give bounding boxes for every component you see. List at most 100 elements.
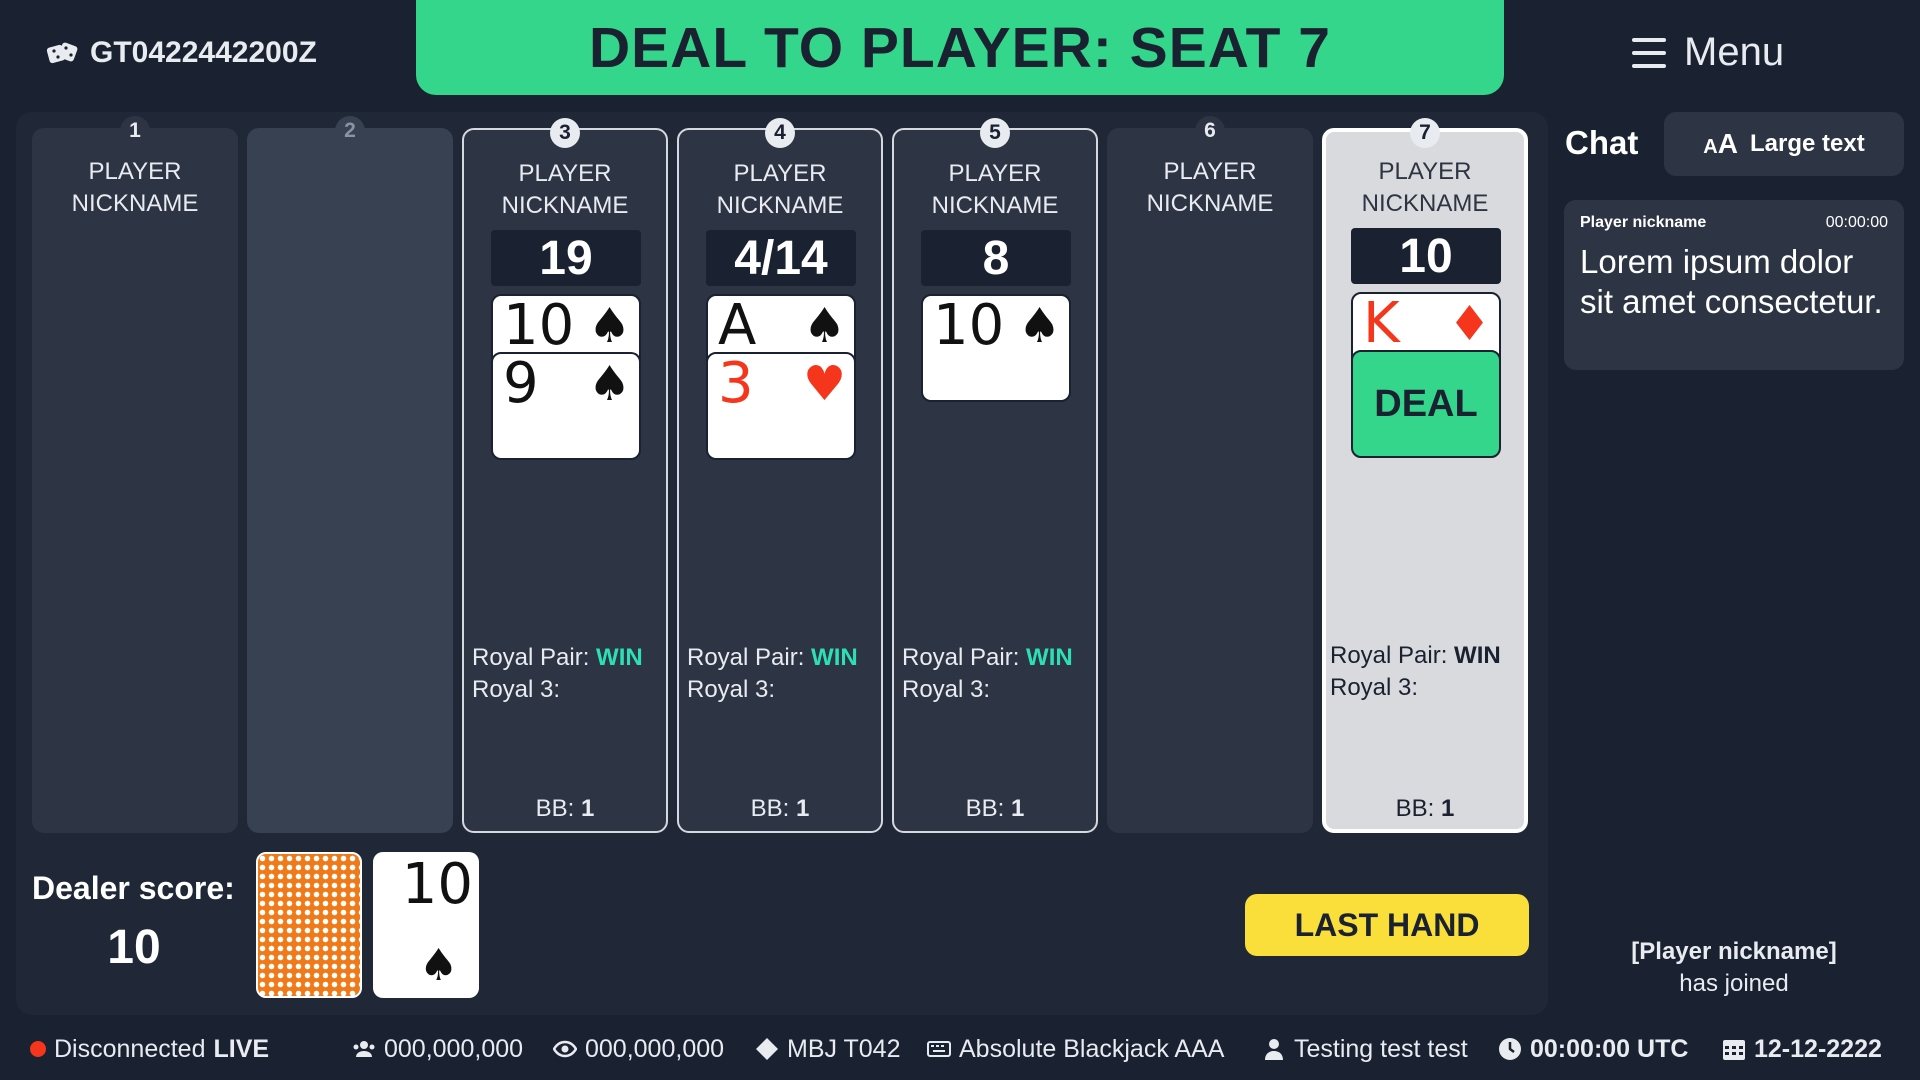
deal-banner: DEAL TO PLAYER: SEAT 7 xyxy=(416,0,1504,95)
dealer-card-back xyxy=(256,852,362,998)
seat-number-badge: 3 xyxy=(550,118,580,148)
joined-nickname: [Player nickname] xyxy=(1631,938,1837,965)
bb-label: BB: xyxy=(1395,795,1435,822)
player-nickname: PLAYER NICKNAME xyxy=(501,160,629,219)
menu-button[interactable]: Menu xyxy=(1632,30,1784,75)
player-card: 10 ♠ xyxy=(921,294,1071,402)
bb-value: 1 xyxy=(581,795,595,822)
royal-pair-label: Royal Pair: xyxy=(687,644,805,671)
spade-icon: ♠ xyxy=(419,940,459,991)
diamond-icon xyxy=(756,1038,778,1060)
eye-icon xyxy=(553,1040,577,1058)
status-dot-icon xyxy=(30,1041,46,1057)
dealer-score-value: 10 xyxy=(107,921,161,974)
chat-message-text: Lorem ipsum dolor sit amet consectetur. xyxy=(1580,243,1883,320)
player-nickname: PLAYER NICKNAME xyxy=(716,160,844,219)
royal-3-label: Royal 3: xyxy=(1330,674,1419,701)
bet-behind: BB: 1 xyxy=(679,795,881,823)
last-hand-button[interactable]: LAST HAND xyxy=(1245,894,1529,956)
card-rank: A xyxy=(718,294,757,358)
card-rank: 9 xyxy=(503,352,539,416)
players-count-value: 000,000,000 xyxy=(384,1034,524,1063)
seat-number-badge: 2 xyxy=(335,116,365,146)
royal-pair-result: WIN xyxy=(811,644,858,671)
royal-pair-label: Royal Pair: xyxy=(1330,642,1448,669)
diamond-icon: ♦ xyxy=(1447,296,1491,352)
dealer-score-label: Dealer score: xyxy=(32,870,235,906)
card-rank: 10 xyxy=(503,294,575,358)
table-name: Absolute Blackjack AAA xyxy=(927,1035,1224,1064)
card-rank: 10 xyxy=(401,852,473,917)
side-bets: Royal Pair: WIN Royal 3: xyxy=(472,642,643,706)
player-nickname: PLAYER NICKNAME xyxy=(1146,158,1274,217)
table-name-value: Absolute Blackjack AAA xyxy=(959,1034,1225,1063)
table-code-value: MBJ T042 xyxy=(787,1034,901,1063)
user-name: Testing test test xyxy=(1262,1035,1468,1064)
chat-title: Chat xyxy=(1565,124,1639,161)
seat-number-badge: 4 xyxy=(765,118,795,148)
card-rank: 10 xyxy=(933,294,1005,358)
dealer-card: 10 ♠ xyxy=(373,852,479,998)
seat-number-badge: 1 xyxy=(120,116,150,146)
royal-3-label: Royal 3: xyxy=(902,676,991,703)
spade-icon: ♠ xyxy=(1017,298,1061,354)
large-text-button[interactable]: AA Large text xyxy=(1664,112,1904,176)
bb-label: BB: xyxy=(750,795,790,822)
users-icon xyxy=(353,1041,375,1057)
spade-icon: ♠ xyxy=(587,356,631,412)
player-nickname: PLAYER NICKNAME xyxy=(71,158,199,217)
viewers-count: 000,000,000 xyxy=(553,1035,724,1064)
player-nickname: PLAYER NICKNAME xyxy=(1361,158,1489,217)
game-id: GT0422442200Z xyxy=(46,36,317,70)
deal-button[interactable]: DEAL xyxy=(1351,350,1501,458)
card-rank: 3 xyxy=(718,352,754,416)
chat-message-nickname: Player nickname xyxy=(1580,214,1707,231)
game-id-text: GT0422442200Z xyxy=(90,36,317,69)
bb-label: BB: xyxy=(965,795,1005,822)
viewers-count-value: 000,000,000 xyxy=(585,1034,725,1063)
side-bets: Royal Pair: WIN Royal 3: xyxy=(1330,640,1501,704)
player-card: 9 ♠ xyxy=(491,352,641,460)
heart-icon: ♥ xyxy=(802,356,846,412)
seat-4: 4 PLAYER NICKNAME 4/14 A ♠ 3 ♥ Royal Pai… xyxy=(677,118,883,833)
clock-value: 00:00:00 UTC xyxy=(1530,1034,1689,1063)
live-label: LIVE xyxy=(213,1034,270,1063)
clock: 00:00:00 UTC xyxy=(1498,1035,1688,1064)
bb-value: 1 xyxy=(1011,795,1025,822)
royal-pair-result: WIN xyxy=(1454,642,1501,669)
player-nickname: PLAYER NICKNAME xyxy=(931,160,1059,219)
user-name-value: Testing test test xyxy=(1294,1034,1468,1063)
seat-number-badge: 7 xyxy=(1410,118,1440,148)
hand-score: 8 xyxy=(921,230,1071,286)
calendar-icon xyxy=(1723,1040,1745,1060)
bet-behind: BB: 1 xyxy=(894,795,1096,823)
seat-number-badge: 6 xyxy=(1195,116,1225,146)
hand-score: 19 xyxy=(491,230,641,286)
seat-number-badge: 5 xyxy=(980,118,1010,148)
seat-3: 3 PLAYER NICKNAME 19 10 ♠ 9 ♠ Royal Pair… xyxy=(462,118,668,833)
clock-icon xyxy=(1499,1038,1521,1060)
status-bar: Disconnected LIVE 000,000,000 000,000,00… xyxy=(0,1028,1920,1070)
chat-message: Player nickname 00:00:00 Lorem ipsum dol… xyxy=(1564,200,1904,370)
joined-text: has joined xyxy=(1679,970,1789,997)
spade-icon: ♠ xyxy=(587,298,631,354)
user-icon xyxy=(1265,1039,1283,1060)
royal-pair-label: Royal Pair: xyxy=(472,644,590,671)
date: 12-12-2222 xyxy=(1722,1035,1882,1064)
bet-behind: BB: 1 xyxy=(1326,795,1524,823)
seat-1: 1 PLAYER NICKNAME xyxy=(32,116,238,833)
large-text-label: Large text xyxy=(1749,130,1865,157)
date-value: 12-12-2222 xyxy=(1754,1034,1882,1063)
bb-value: 1 xyxy=(796,795,810,822)
hand-score: 10 xyxy=(1351,228,1501,284)
side-bets: Royal Pair: WIN Royal 3: xyxy=(687,642,858,706)
card-rank: K xyxy=(1363,292,1400,356)
keyboard-icon xyxy=(927,1041,951,1057)
bb-value: 1 xyxy=(1441,795,1455,822)
bet-behind: BB: 1 xyxy=(464,795,666,823)
seat-2: 2 xyxy=(247,116,453,833)
bb-label: BB: xyxy=(535,795,575,822)
join-notice: [Player nickname] has joined xyxy=(1564,936,1904,1000)
menu-label: Menu xyxy=(1684,30,1785,74)
text-size-icon: AA xyxy=(1703,128,1738,159)
